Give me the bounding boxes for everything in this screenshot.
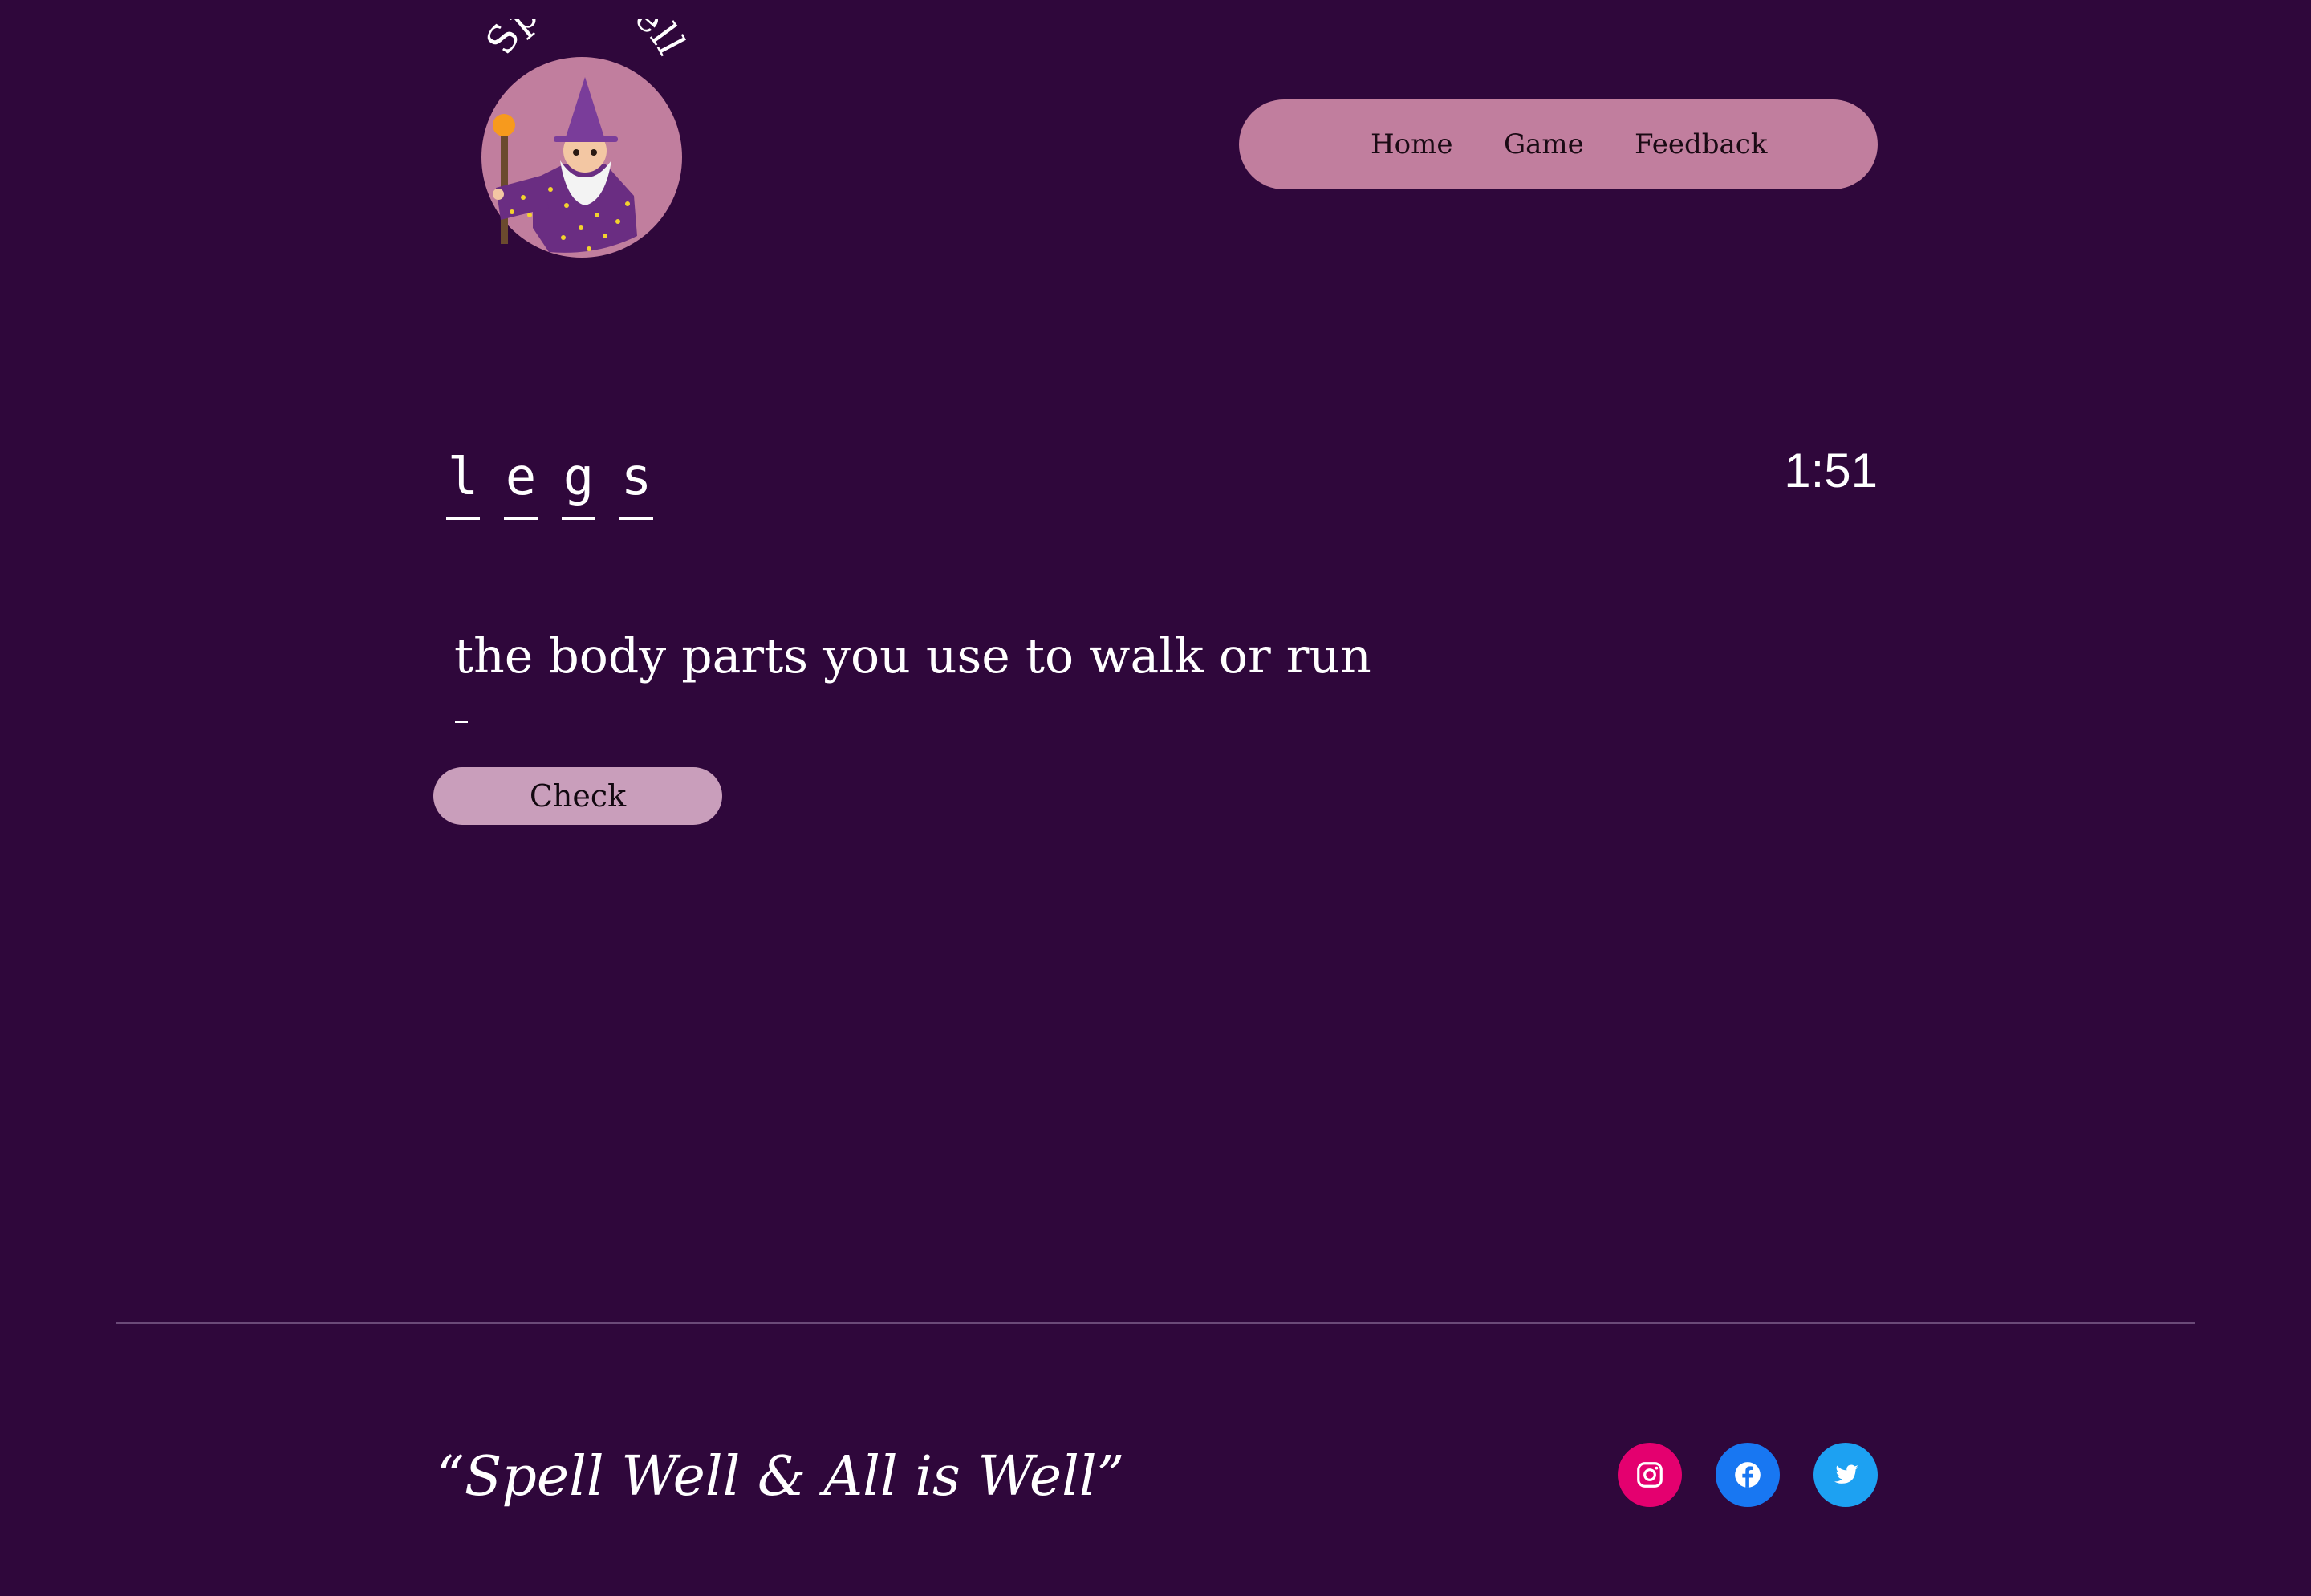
letter-underline xyxy=(504,517,538,520)
facebook-icon xyxy=(1735,1462,1761,1488)
facebook-link[interactable] xyxy=(1716,1443,1780,1507)
letter: e xyxy=(505,448,537,507)
wizard-icon: Spell Well xyxy=(477,19,693,258)
letter-slot: g xyxy=(562,443,595,520)
nav-game[interactable]: Game xyxy=(1504,99,1584,189)
instagram-link[interactable] xyxy=(1618,1443,1682,1507)
letter-underline xyxy=(619,517,653,520)
twitter-link[interactable] xyxy=(1813,1443,1878,1507)
letter: l xyxy=(447,448,479,507)
nav-feedback[interactable]: Feedback xyxy=(1635,99,1767,189)
logo-text: Spell Well xyxy=(477,19,693,63)
letter-underline xyxy=(562,517,595,520)
answer-input[interactable] xyxy=(454,703,1176,751)
check-button[interactable]: Check xyxy=(433,767,722,825)
nav-home[interactable]: Home xyxy=(1371,99,1452,189)
letter-slot: e xyxy=(504,443,538,520)
letter-underline xyxy=(446,517,480,520)
letter: s xyxy=(620,448,652,507)
main-nav: Home Game Feedback xyxy=(1239,99,1878,189)
letter-slot: s xyxy=(619,443,653,520)
letter-slot: l xyxy=(446,443,480,520)
twitter-icon xyxy=(1834,1464,1858,1484)
footer-divider xyxy=(116,1322,2195,1324)
logo[interactable]: Spell Well xyxy=(477,19,693,260)
instagram-icon xyxy=(1637,1462,1663,1488)
footer-tagline: “Spell Well & All is Well” xyxy=(437,1445,1125,1509)
input-caret xyxy=(455,721,468,723)
countdown-timer: 1:51 xyxy=(1784,444,1878,497)
word-hint: the body parts you use to walk or run xyxy=(454,628,1371,684)
letter: g xyxy=(563,448,595,507)
